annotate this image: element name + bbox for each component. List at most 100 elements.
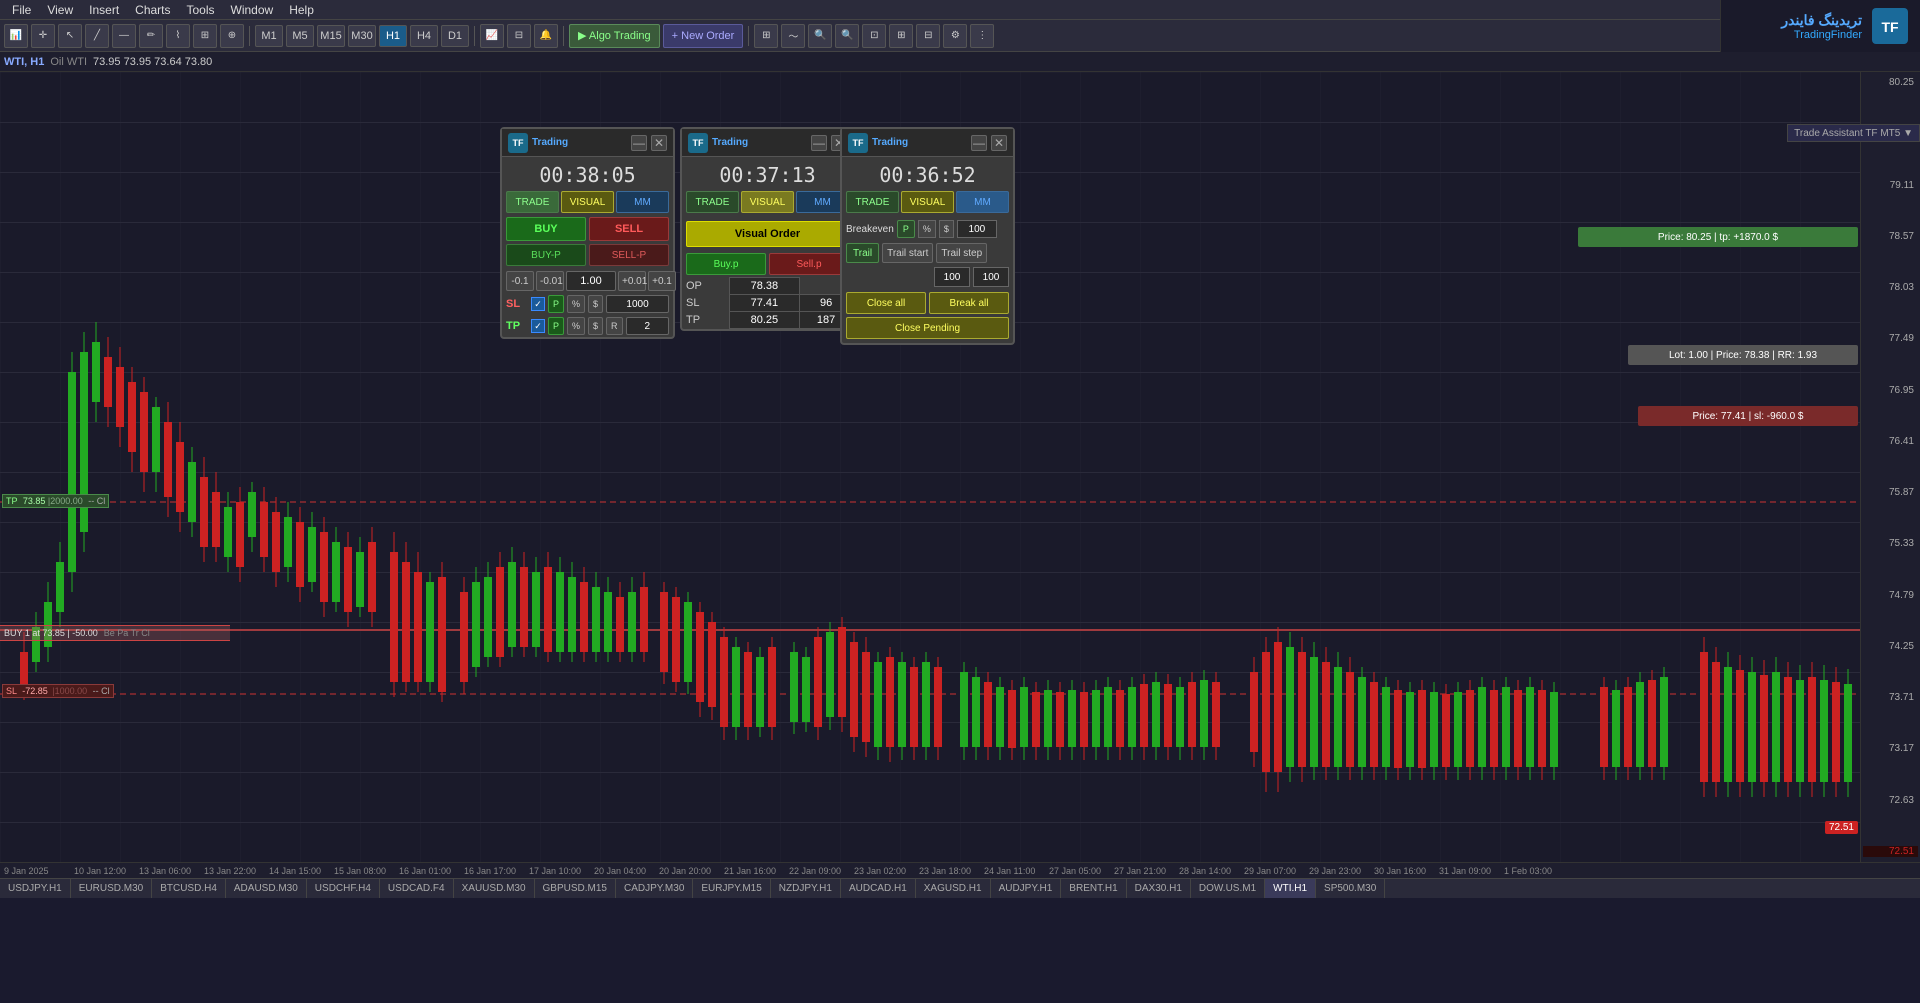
menu-tools[interactable]: Tools bbox=[179, 3, 223, 17]
sym-tab-nzdjpy[interactable]: NZDJPY.H1 bbox=[771, 879, 841, 899]
sym-tab-eurusd[interactable]: EURUSD.M30 bbox=[71, 879, 152, 899]
panel1-sellp-button[interactable]: SELL-P bbox=[589, 244, 669, 266]
new-order-button[interactable]: + New Order bbox=[663, 24, 744, 48]
toolbar-arrow[interactable]: ↖ bbox=[58, 24, 82, 48]
break-all-button[interactable]: Break all bbox=[929, 292, 1009, 314]
sym-tab-dax30[interactable]: DAX30.H1 bbox=[1127, 879, 1191, 899]
toolbar-zoom-in[interactable]: ⊕ bbox=[220, 24, 244, 48]
toolbar-fibonacci[interactable]: ⌇ bbox=[166, 24, 190, 48]
tp-checkbox[interactable]: ✓ bbox=[531, 319, 545, 333]
timeframe-h4[interactable]: H4 bbox=[410, 25, 438, 47]
sym-tab-btcusd[interactable]: BTCUSD.H4 bbox=[152, 879, 226, 899]
toolbar-grid[interactable]: ⊞ bbox=[754, 24, 778, 48]
sl-mode-pct[interactable]: % bbox=[567, 295, 585, 313]
panel1-header[interactable]: TF Trading — ✕ bbox=[502, 129, 673, 157]
lot-input[interactable] bbox=[566, 271, 616, 291]
timeframe-m30[interactable]: M30 bbox=[348, 25, 376, 47]
trade-assistant-label[interactable]: Trade Assistant TF MT5 ▼ bbox=[1787, 124, 1920, 142]
lot-plus-0-1[interactable]: +0.1 bbox=[648, 271, 676, 291]
sym-tab-wti[interactable]: WTI.H1 bbox=[1265, 879, 1316, 899]
sym-tab-brent[interactable]: BRENT.H1 bbox=[1061, 879, 1126, 899]
panel2-sellp-button[interactable]: Sell.p bbox=[769, 253, 849, 275]
tp-mode-r[interactable]: R bbox=[606, 317, 623, 335]
panel3-close-btn[interactable]: ✕ bbox=[991, 135, 1007, 151]
sym-tab-usdcad[interactable]: USDCAD.F4 bbox=[380, 879, 454, 899]
sl-checkbox[interactable]: ✓ bbox=[531, 297, 545, 311]
be-pct-btn[interactable]: % bbox=[918, 220, 936, 238]
panel1-sell-button[interactable]: SELL bbox=[589, 217, 669, 241]
lot-minus-0-01[interactable]: -0.01 bbox=[536, 271, 564, 291]
be-p-btn[interactable]: P bbox=[897, 220, 915, 238]
panel1-tab-visual[interactable]: VISUAL bbox=[561, 191, 614, 213]
lot-plus-0-01[interactable]: +0.01 bbox=[618, 271, 646, 291]
tp-value-input[interactable] bbox=[626, 317, 669, 335]
panel1-tab-trade[interactable]: TRADE bbox=[506, 191, 559, 213]
panel1-tab-mm[interactable]: MM bbox=[616, 191, 669, 213]
trail-start-button[interactable]: Trail start bbox=[882, 243, 933, 263]
close-pending-button[interactable]: Close Pending bbox=[846, 317, 1009, 339]
sym-tab-audcad[interactable]: AUDCAD.H1 bbox=[841, 879, 916, 899]
trail-button[interactable]: Trail bbox=[846, 243, 879, 263]
panel3-tab-trade[interactable]: TRADE bbox=[846, 191, 899, 213]
sl-mode-p[interactable]: P bbox=[548, 295, 564, 313]
be-value-input[interactable] bbox=[957, 220, 997, 238]
toolbar-settings[interactable]: ⚙ bbox=[943, 24, 967, 48]
sym-tab-xagusd[interactable]: XAGUSD.H1 bbox=[916, 879, 991, 899]
toolbar-alert[interactable]: 🔔 bbox=[534, 24, 558, 48]
panel1-close-btn[interactable]: ✕ bbox=[651, 135, 667, 151]
sym-tab-dowus[interactable]: DOW.US.M1 bbox=[1191, 879, 1265, 899]
sym-tab-cadjpy[interactable]: CADJPY.M30 bbox=[616, 879, 693, 899]
tp-mode-dollar[interactable]: $ bbox=[588, 317, 603, 335]
toolbar-draw[interactable]: ✏ bbox=[139, 24, 163, 48]
toolbar-auto-scroll[interactable]: ⊡ bbox=[862, 24, 886, 48]
panel1-minimize-btn[interactable]: — bbox=[631, 135, 647, 151]
tp-mode-p[interactable]: P bbox=[548, 317, 564, 335]
be-dollar-btn[interactable]: $ bbox=[939, 220, 954, 238]
panel1-buyp-button[interactable]: BUY-P bbox=[506, 244, 586, 266]
sym-tab-audjpy[interactable]: AUDJPY.H1 bbox=[991, 879, 1062, 899]
timeframe-m1[interactable]: M1 bbox=[255, 25, 283, 47]
toolbar-hline[interactable]: — bbox=[112, 24, 136, 48]
close-all-button[interactable]: Close all bbox=[846, 292, 926, 314]
panel1-buy-button[interactable]: BUY bbox=[506, 217, 586, 241]
sl-value-input[interactable] bbox=[606, 295, 669, 313]
sym-tab-adausd[interactable]: ADAUSD.M30 bbox=[226, 879, 307, 899]
menu-help[interactable]: Help bbox=[281, 3, 322, 17]
lot-minus-0-1[interactable]: -0.1 bbox=[506, 271, 534, 291]
sym-tab-sp500[interactable]: SP500.M30 bbox=[1316, 879, 1385, 899]
toolbar-indicator[interactable]: 📈 bbox=[480, 24, 504, 48]
panel2-buyp-button[interactable]: Buy.p bbox=[686, 253, 766, 275]
toolbar-measure[interactable]: ⊞ bbox=[193, 24, 217, 48]
trail-step-value[interactable] bbox=[973, 267, 1009, 287]
panel3-tab-visual[interactable]: VISUAL bbox=[901, 191, 954, 213]
toolbar-wave[interactable]: 〜 bbox=[781, 24, 805, 48]
panel2-tab-visual[interactable]: VISUAL bbox=[741, 191, 794, 213]
menu-charts[interactable]: Charts bbox=[127, 3, 178, 17]
panel2-tab-trade[interactable]: TRADE bbox=[686, 191, 739, 213]
trail-step-button[interactable]: Trail step bbox=[936, 243, 987, 263]
sym-tab-xauusd[interactable]: XAUUSD.M30 bbox=[454, 879, 535, 899]
timeframe-h1[interactable]: H1 bbox=[379, 25, 407, 47]
tp-mode-pct[interactable]: % bbox=[567, 317, 585, 335]
panel2-header[interactable]: TF Trading — ✕ bbox=[682, 129, 853, 157]
visual-order-button[interactable]: Visual Order bbox=[686, 221, 849, 247]
menu-window[interactable]: Window bbox=[223, 3, 282, 17]
menu-insert[interactable]: Insert bbox=[81, 3, 127, 17]
toolbar-layout[interactable]: ⊞ bbox=[889, 24, 913, 48]
sym-tab-usdjpy[interactable]: USDJPY.H1 bbox=[0, 879, 71, 899]
menu-file[interactable]: File bbox=[4, 3, 39, 17]
algo-trading-button[interactable]: ▶ Algo Trading bbox=[569, 24, 660, 48]
panel2-minimize-btn[interactable]: — bbox=[811, 135, 827, 151]
toolbar-zoom-minus[interactable]: 🔍 bbox=[808, 24, 832, 48]
toolbar-crosshair[interactable]: ✛ bbox=[31, 24, 55, 48]
panel3-header[interactable]: TF Trading — ✕ bbox=[842, 129, 1013, 157]
panel3-minimize-btn[interactable]: — bbox=[971, 135, 987, 151]
timeframe-d1[interactable]: D1 bbox=[441, 25, 469, 47]
timeframe-m15[interactable]: M15 bbox=[317, 25, 345, 47]
toolbar-more[interactable]: ⋮ bbox=[970, 24, 994, 48]
trail-start-value[interactable] bbox=[934, 267, 970, 287]
menu-view[interactable]: View bbox=[39, 3, 81, 17]
toolbar-chart-type[interactable]: 📊 bbox=[4, 24, 28, 48]
toolbar-zoom-plus[interactable]: 🔍 bbox=[835, 24, 859, 48]
timeframe-m5[interactable]: M5 bbox=[286, 25, 314, 47]
